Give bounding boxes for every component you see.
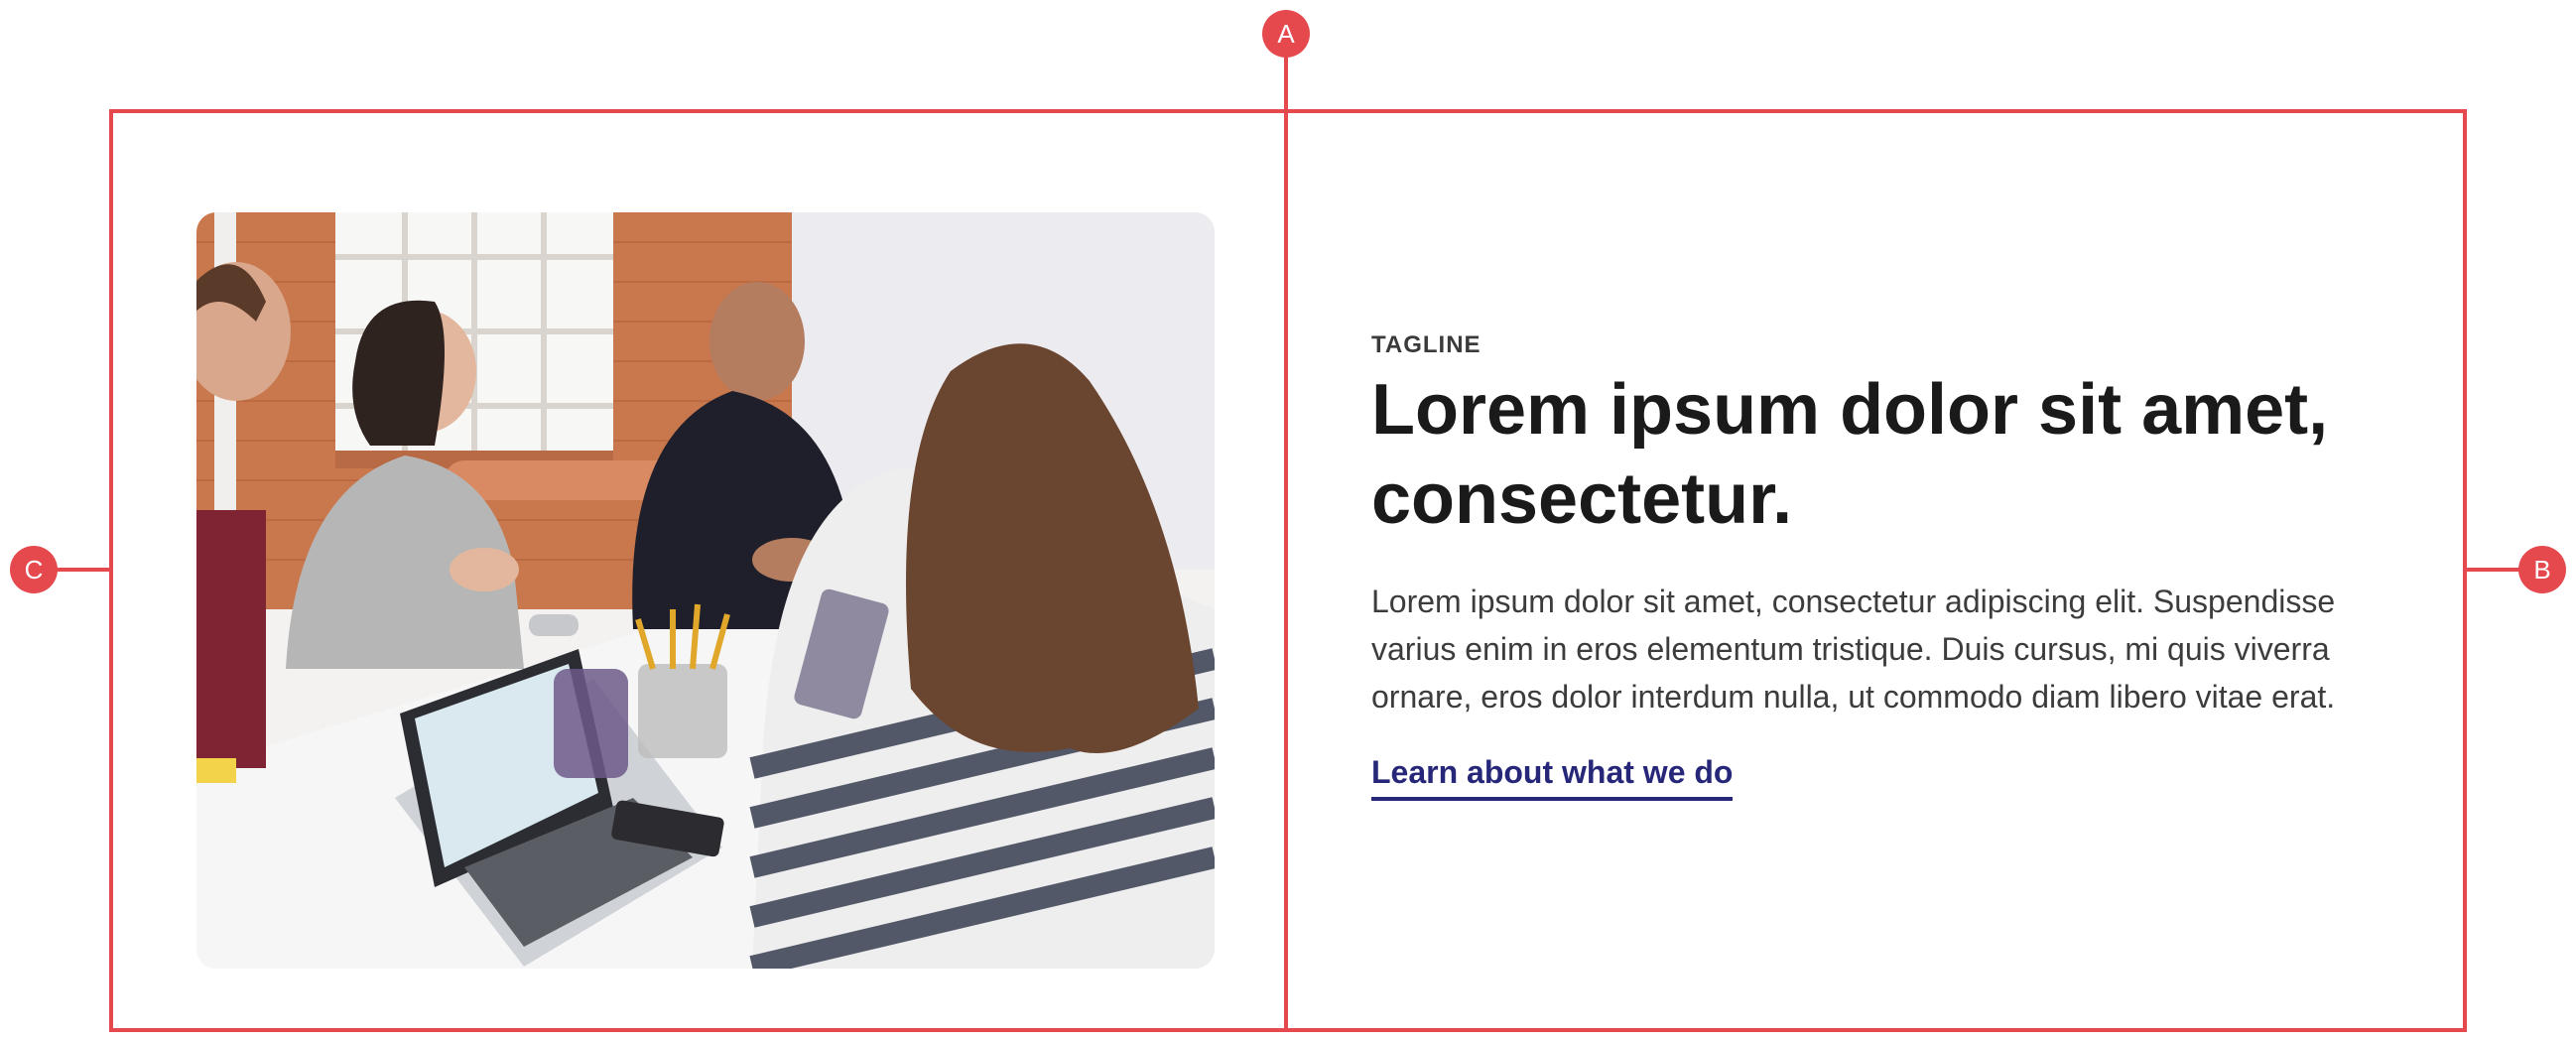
annotation-divider-a — [1284, 56, 1288, 1032]
annotation-marker-c: C — [10, 546, 58, 593]
team-meeting-photo — [196, 212, 1215, 969]
tagline: TAGLINE — [1371, 331, 1481, 358]
hero-content: TAGLINE Lorem ipsum dolor sit amet, cons… — [1371, 331, 2383, 801]
annotation-marker-b: B — [2518, 546, 2566, 593]
hero-heading: Lorem ipsum dolor sit amet, consectetur. — [1371, 370, 2329, 539]
annotation-marker-a: A — [1262, 10, 1310, 58]
annotation-tick-c — [56, 568, 111, 572]
annotation-tick-b — [2465, 568, 2520, 572]
learn-more-link[interactable]: Learn about what we do — [1371, 754, 1734, 801]
hero-body: Lorem ipsum dolor sit amet, consectetur … — [1371, 584, 2336, 715]
